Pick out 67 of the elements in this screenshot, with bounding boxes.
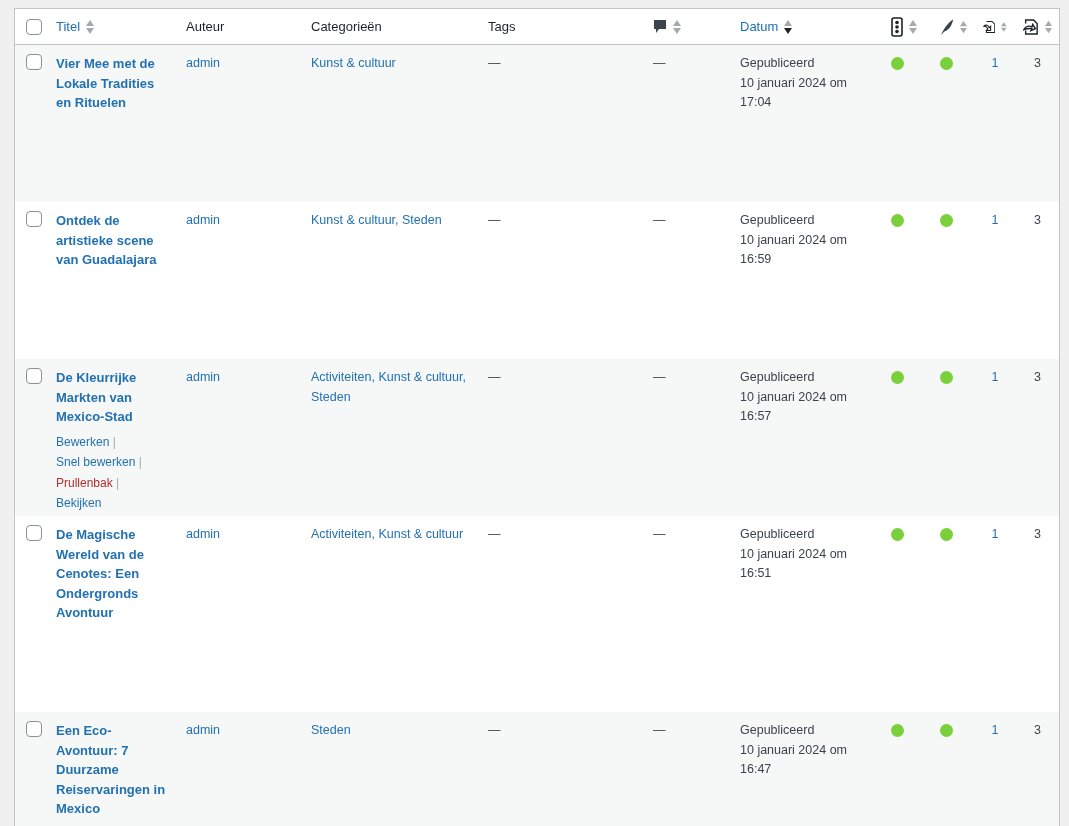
author-link[interactable]: admin — [186, 721, 295, 741]
author-link[interactable]: admin — [186, 368, 295, 388]
outgoing-links-count: 3 — [1034, 55, 1041, 72]
comments-text: — — [653, 369, 667, 386]
outgoing-link-icon — [1023, 17, 1039, 36]
separator: | — [111, 434, 116, 449]
separator: | — [137, 455, 142, 469]
date-text: 10 januari 2024 om 16:47 — [740, 741, 849, 778]
row-checkbox[interactable] — [26, 368, 42, 384]
incoming-links-count[interactable]: 1 — [991, 525, 999, 545]
column-header[interactable]: Titel — [56, 19, 81, 34]
tags-text: — — [488, 212, 502, 229]
date-text: 10 januari 2024 om 17:04 — [740, 74, 849, 111]
incoming-links-count[interactable]: 1 — [991, 54, 999, 74]
status-text: Gepubliceerd — [740, 722, 816, 739]
post-title-link[interactable]: Ontdek de artistieke scene van Guadalajara — [56, 211, 170, 270]
categories-link[interactable]: Steden — [311, 721, 472, 741]
post-title-link[interactable]: De Kleurrijke Markten van Mexico-Stad — [56, 368, 170, 427]
status-text: Gepubliceerd — [740, 526, 816, 543]
sort-arrows-icon[interactable] — [784, 18, 793, 35]
post-title-link[interactable]: Een Eco-Avontuur: 7 Duurzame Reiservaringen in Mexico — [56, 721, 170, 819]
column-header[interactable]: Datum — [740, 19, 779, 34]
categories-link[interactable]: Kunst & cultuur — [311, 54, 472, 74]
status-text: Gepubliceerd — [740, 212, 816, 229]
categories-link[interactable]: Activiteiten, Kunst & cultuur — [311, 525, 472, 545]
outgoing-links-count: 3 — [1034, 369, 1041, 386]
outgoing-links-count: 3 — [1034, 722, 1041, 739]
row-action-link[interactable]: Snel bewerken — [56, 455, 136, 469]
traffic-light-icon — [891, 16, 903, 37]
status-text: Gepubliceerd — [740, 55, 816, 72]
tags-text: — — [488, 369, 502, 386]
status-text: Gepubliceerd — [740, 369, 816, 386]
row-checkbox[interactable] — [26, 54, 42, 70]
incoming-links-count[interactable]: 1 — [991, 721, 999, 741]
outgoing-links-count: 3 — [1034, 212, 1041, 229]
comment-icon — [653, 19, 667, 34]
row-checkbox[interactable] — [26, 211, 42, 227]
tags-text: — — [488, 722, 502, 739]
comments-text: — — [653, 212, 667, 229]
column-header: Categorieën — [311, 19, 382, 34]
separator: | — [115, 475, 120, 490]
categories-link[interactable]: Activiteiten, Kunst & cultuur, Steden — [311, 368, 472, 407]
incoming-links-count[interactable]: 1 — [991, 368, 999, 388]
row-action-link[interactable]: Bekijken — [56, 496, 102, 510]
row-checkbox[interactable] — [26, 525, 42, 541]
date-text: 10 januari 2024 om 16:59 — [740, 231, 849, 268]
comments-text: — — [653, 526, 667, 543]
author-link[interactable]: admin — [186, 525, 295, 545]
outgoing-links-count: 3 — [1034, 526, 1041, 543]
select-all-checkbox[interactable] — [26, 18, 42, 35]
row-action-link[interactable]: Prullenbak — [56, 475, 113, 490]
column-header: Auteur — [186, 19, 225, 34]
categories-link[interactable]: Kunst & cultuur, Steden — [311, 211, 472, 231]
column-header: Tags — [488, 19, 516, 34]
comments-text: — — [653, 55, 667, 72]
date-text: 10 januari 2024 om 16:51 — [740, 545, 849, 582]
date-text: 10 januari 2024 om 16:57 — [740, 388, 849, 425]
post-title-link[interactable]: Vier Mee met de Lokale Tradities en Rituelen — [56, 54, 170, 113]
row-action-link[interactable]: Bewerken — [56, 434, 110, 449]
comments-text: — — [653, 722, 667, 739]
author-link[interactable]: admin — [186, 211, 295, 231]
row-checkbox[interactable] — [26, 721, 42, 737]
post-title-link[interactable]: De Magische Wereld van de Cenotes: Een Ondergronds Avontuur — [56, 525, 170, 623]
author-link[interactable]: admin — [186, 54, 295, 74]
incoming-links-count[interactable]: 1 — [991, 211, 999, 231]
tags-text: — — [488, 55, 502, 72]
tags-text: — — [488, 526, 502, 543]
